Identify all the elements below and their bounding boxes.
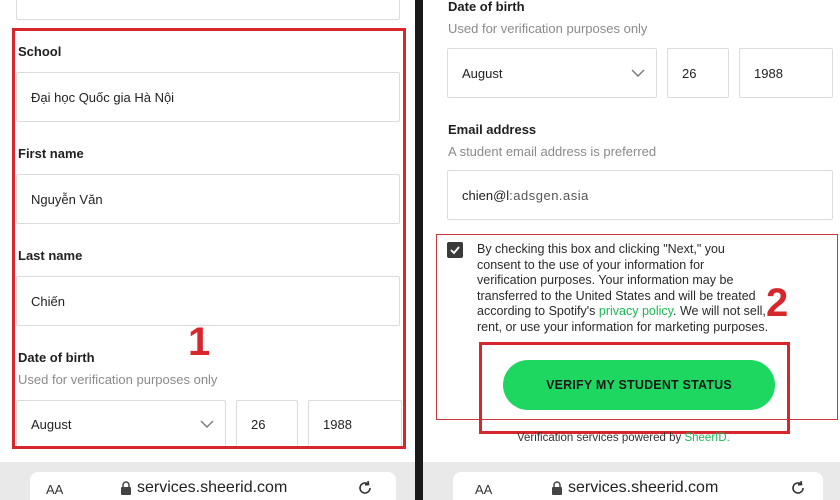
verify-student-status-button[interactable]: VERIFY MY STUDENT STATUS [503, 360, 775, 410]
consent-line-1: By checking this box and clicking "Next,… [477, 242, 725, 256]
reload-icon[interactable] [356, 479, 374, 497]
school-input[interactable]: Đại học Quốc gia Hà Nội [16, 72, 400, 122]
reload-icon[interactable] [789, 479, 807, 497]
dob-month-value: August [31, 416, 72, 432]
last-name-input[interactable]: Chiến [16, 276, 400, 326]
checkmark-icon [450, 246, 460, 255]
sheerid-link[interactable]: SheerID. [684, 432, 729, 444]
url-text: services.sheerid.com [137, 479, 288, 496]
email-value-prefix: chien@l [462, 187, 510, 203]
panel-divider [415, 0, 423, 500]
lock-icon [121, 481, 131, 495]
dob-label: Date of birth [448, 0, 525, 14]
last-name-label: Last name [18, 248, 83, 263]
dob-month-select[interactable]: August [447, 48, 657, 98]
chevron-down-icon [631, 69, 645, 77]
dob-day-input[interactable]: 26 [236, 400, 298, 448]
email-label: Email address [448, 122, 537, 137]
dob-hint: Used for verification purposes only [448, 21, 648, 36]
consent-line-2: consent to the use of your information f… [477, 257, 705, 272]
dob-day-value: 26 [251, 416, 266, 432]
browser-address-bar: AA services.sheerid.com [0, 462, 415, 500]
right-screenshot-panel: Date of birth Used for verification purp… [423, 0, 840, 500]
url-text: services.sheerid.com [568, 479, 719, 496]
url-display[interactable]: services.sheerid.com [120, 479, 287, 497]
text-size-button[interactable]: AA [475, 482, 492, 497]
dob-label: Date of birth [18, 350, 95, 365]
dob-year-input[interactable]: 1988 [739, 48, 833, 98]
dob-day-input[interactable]: 26 [667, 48, 729, 98]
first-name-label: First name [18, 146, 84, 161]
url-display[interactable]: services.sheerid.com [551, 479, 718, 497]
first-name-value: Nguyễn Văn [31, 191, 103, 207]
browser-address-bar: AA services.sheerid.com [423, 462, 840, 500]
lock-icon [552, 481, 562, 495]
dob-month-select[interactable]: August [16, 400, 226, 448]
step-2-number: 2 [766, 281, 789, 325]
last-name-value: Chiến [31, 293, 65, 309]
email-value-masked: :adsgen.asia [509, 187, 589, 203]
dob-year-value: 1988 [754, 65, 783, 81]
consent-checkbox[interactable] [447, 242, 463, 258]
chevron-down-icon [200, 420, 214, 428]
dob-year-input[interactable]: 1988 [308, 400, 402, 448]
text-size-button[interactable]: AA [46, 482, 63, 497]
privacy-policy-link[interactable]: privacy policy [599, 304, 673, 318]
left-screenshot-panel: School Đại học Quốc gia Hà Nội First nam… [0, 0, 415, 500]
email-input[interactable]: chien@l:adsgen.asia [447, 170, 833, 220]
dob-month-value: August [462, 65, 503, 81]
school-value: Đại học Quốc gia Hà Nội [31, 89, 175, 105]
consent-line-5-pre: according to Spotify's [477, 304, 599, 318]
consent-line-5-post: . We will not sell, [673, 304, 766, 318]
dob-hint: Used for verification purposes only [18, 372, 218, 387]
step-1-number: 1 [188, 320, 211, 364]
powered-by-prefix: Verification services powered by [517, 432, 685, 444]
dob-year-value: 1988 [323, 416, 352, 432]
email-hint: A student email address is preferred [448, 144, 657, 159]
powered-by-text: Verification services powered by SheerID… [517, 432, 730, 444]
previous-field[interactable] [16, 0, 400, 20]
first-name-input[interactable]: Nguyễn Văn [16, 174, 400, 224]
school-label: School [18, 44, 62, 59]
dob-day-value: 26 [682, 65, 697, 81]
